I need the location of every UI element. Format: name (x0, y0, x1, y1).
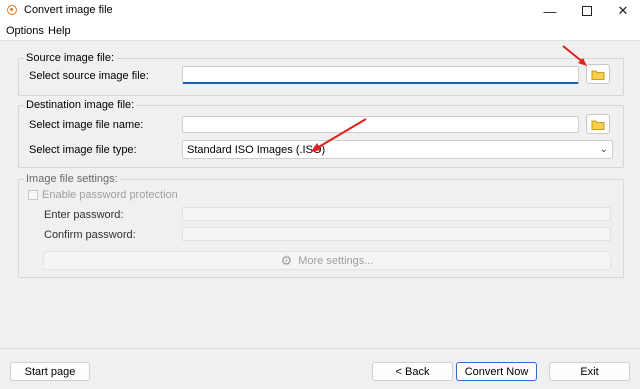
more-settings-label: More settings... (298, 254, 374, 267)
source-file-label: Select source image file: (29, 70, 149, 82)
footer-divider (0, 348, 640, 349)
confirm-password-label: Confirm password: (44, 229, 136, 241)
enter-password-field[interactable] (182, 207, 611, 221)
close-icon: ✕ (617, 3, 629, 18)
menu-help[interactable]: Help (48, 25, 71, 37)
maximize-icon (582, 6, 592, 16)
settings-group-title: Image file settings: (24, 173, 120, 185)
password-checkbox-label: Enable password protection (42, 189, 178, 201)
source-group-title: Source image file: (24, 52, 117, 64)
dest-type-select[interactable]: Standard ISO Images (.ISO) ⌄ (182, 140, 613, 159)
start-page-button[interactable]: Start page (10, 362, 90, 381)
back-button[interactable]: < Back (372, 362, 453, 381)
dest-type-label: Select image file type: (29, 144, 137, 156)
dest-name-label: Select image file name: (29, 119, 144, 131)
exit-button[interactable]: Exit (549, 362, 630, 381)
confirm-password-field[interactable] (182, 227, 611, 241)
dest-browse-button[interactable] (586, 114, 610, 134)
menu-options[interactable]: Options (6, 25, 44, 37)
password-checkbox[interactable] (28, 190, 38, 200)
title-bar: Convert image file — ✕ (0, 0, 640, 22)
gear-icon: ⚙ (280, 252, 293, 268)
annotation-arrow-1 (562, 45, 587, 66)
folder-icon (591, 120, 605, 130)
chevron-down-icon: ⌄ (599, 144, 608, 155)
source-file-input[interactable] (182, 66, 579, 84)
app-icon (7, 5, 17, 15)
window-title: Convert image file (24, 4, 113, 16)
dest-name-input[interactable] (182, 116, 579, 133)
more-settings-button[interactable]: ⚙ More settings... (43, 251, 611, 270)
annotation-arrow-2 (311, 118, 367, 152)
convert-now-button[interactable]: Convert Now (456, 362, 537, 381)
folder-icon (591, 70, 605, 80)
maximize-button[interactable] (567, 0, 607, 22)
destination-group-title: Destination image file: (24, 99, 137, 111)
close-button[interactable]: ✕ (603, 0, 640, 22)
enter-password-label: Enter password: (44, 209, 124, 221)
menu-bar: Options Help (0, 22, 640, 41)
minimize-icon: — (543, 3, 557, 19)
minimize-button[interactable]: — (530, 0, 570, 22)
